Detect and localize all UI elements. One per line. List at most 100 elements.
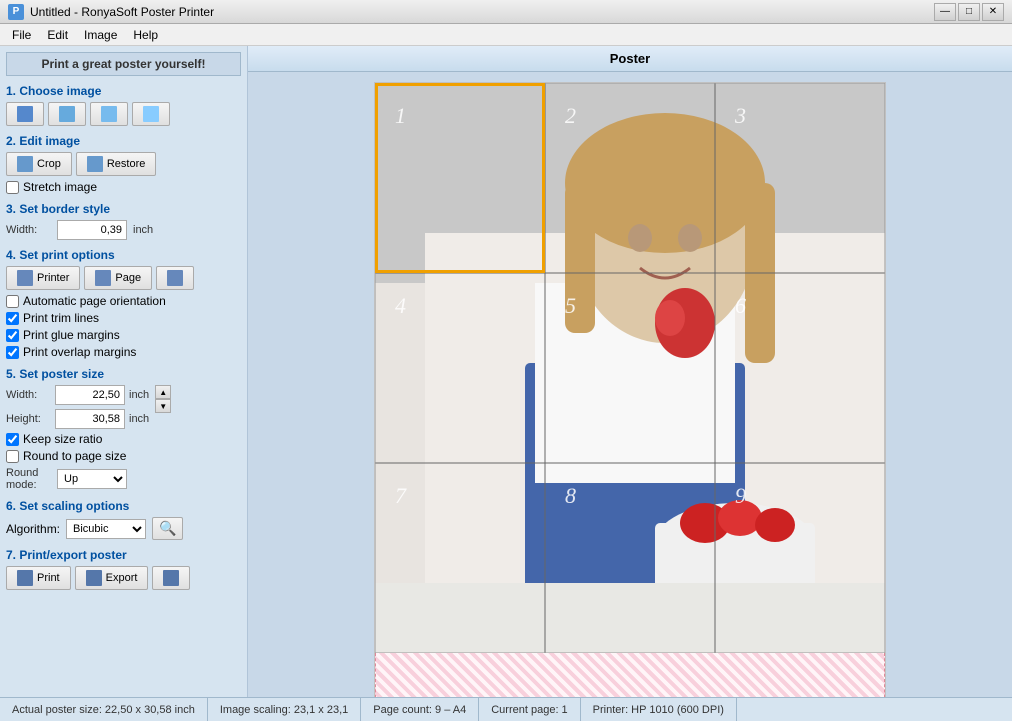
poster-header: Poster [248,46,1012,72]
edit-button[interactable] [90,102,128,126]
page-button[interactable]: Page [84,266,152,290]
poster-area: 1 2 3 4 5 6 7 8 9 [248,72,1012,697]
export-icon [86,570,102,586]
minimize-button[interactable]: — [934,3,956,21]
poster-svg: 1 2 3 4 5 6 7 8 9 [375,83,885,653]
print-trim-label: Print trim lines [23,311,99,325]
print-trim-row: Print trim lines [6,311,241,325]
extra-print-button[interactable] [152,566,190,590]
svg-text:9: 9 [735,483,746,508]
size-scroll-down[interactable]: ▼ [155,399,171,413]
auto-orient-checkbox[interactable] [6,295,19,308]
restore-label: Restore [107,158,146,170]
main-layout: Print a great poster yourself! 1. Choose… [0,46,1012,697]
print-button[interactable]: Print [6,566,71,590]
round-page-checkbox[interactable] [6,450,19,463]
browse-button[interactable] [48,102,86,126]
printer-label: Printer [37,272,69,284]
width-row: Width: inch [6,385,149,405]
page-icon [95,270,111,286]
border-width-input[interactable] [57,220,127,240]
algorithm-row: Algorithm: Bicubic Bilinear Nearest 🔍 [6,517,241,540]
export2-button[interactable] [132,102,170,126]
crop-icon [17,156,33,172]
svg-text:2: 2 [565,103,576,128]
border-width-unit: inch [133,224,153,236]
print-icon [17,570,33,586]
left-panel: Print a great poster yourself! 1. Choose… [0,46,248,697]
keep-size-checkbox[interactable] [6,433,19,446]
menu-file[interactable]: File [4,26,39,44]
edit-image-buttons: Crop Restore [6,152,241,176]
border-width-row: Width: inch [6,220,241,240]
zoom-icon: 🔍 [159,520,176,537]
print-options-group: Automatic page orientation Print trim li… [6,294,241,359]
round-mode-select[interactable]: Up Down Nearest [57,469,127,489]
print-overlap-label: Print overlap margins [23,345,136,359]
round-page-row: Round to page size [6,449,241,463]
title-bar: P Untitled - RonyaSoft Poster Printer — … [0,0,1012,24]
svg-text:6: 6 [735,293,746,318]
stretch-image-label: Stretch image [23,180,97,194]
svg-text:7: 7 [395,483,407,508]
open-file-button[interactable] [6,102,44,126]
maximize-button[interactable]: □ [958,3,980,21]
print-label: Print [37,572,60,584]
round-mode-label: Round mode: [6,467,51,491]
poster-height-input[interactable] [55,409,125,429]
svg-text:1: 1 [395,103,406,128]
svg-text:3: 3 [734,103,746,128]
size-scroll-up[interactable]: ▲ [155,385,171,399]
height-label: Height: [6,413,51,425]
restore-icon [87,156,103,172]
size-fields: Width: inch Height: inch [6,385,149,429]
height-unit: inch [129,413,149,425]
menu-image[interactable]: Image [76,26,125,44]
edit-icon [101,106,117,122]
status-image-scaling: Image scaling: 23,1 x 23,1 [208,698,361,721]
algorithm-select[interactable]: Bicubic Bilinear Nearest [66,519,146,539]
close-button[interactable]: ✕ [982,3,1004,21]
svg-text:8: 8 [565,483,576,508]
print-glue-label: Print glue margins [23,328,120,342]
restore-button[interactable]: Restore [76,152,157,176]
print-glue-checkbox[interactable] [6,329,19,342]
right-panel: Poster [248,46,1012,697]
status-poster-size: Actual poster size: 22,50 x 30,58 inch [8,698,208,721]
print-trim-checkbox[interactable] [6,312,19,325]
algorithm-label: Algorithm: [6,522,60,536]
export-button[interactable]: Export [75,566,149,590]
status-printer: Printer: HP 1010 (600 DPI) [581,698,737,721]
round-page-label: Round to page size [23,449,126,463]
section-print-export: 7. Print/export poster [6,548,241,562]
page-label: Page [115,272,141,284]
width-unit: inch [129,389,149,401]
height-row: Height: inch [6,409,149,429]
auto-orient-label: Automatic page orientation [23,294,166,308]
stretch-image-checkbox[interactable] [6,181,19,194]
status-page-count: Page count: 9 – A4 [361,698,479,721]
preview-zoom-button[interactable]: 🔍 [152,517,183,540]
open-file-icon [17,106,33,122]
stretch-image-row: Stretch image [6,180,241,194]
section-poster-size: 5. Set poster size [6,367,241,381]
menu-bar: File Edit Image Help [0,24,1012,46]
status-bar: Actual poster size: 22,50 x 30,58 inch I… [0,697,1012,721]
width-label: Width: [6,389,51,401]
crop-button[interactable]: Crop [6,152,72,176]
window-controls: — □ ✕ [934,3,1004,21]
printer-button[interactable]: Printer [6,266,80,290]
keep-size-label: Keep size ratio [23,432,102,446]
section-print-options: 4. Set print options [6,248,241,262]
window-title: Untitled - RonyaSoft Poster Printer [30,5,214,19]
menu-help[interactable]: Help [125,26,166,44]
export-label: Export [106,572,138,584]
menu-edit[interactable]: Edit [39,26,76,44]
print-overlap-checkbox[interactable] [6,346,19,359]
printer-page-buttons: Printer Page [6,266,241,290]
extra-options-button[interactable] [156,266,194,290]
poster-width-input[interactable] [55,385,125,405]
export2-icon [143,106,159,122]
section-edit-image: 2. Edit image [6,134,241,148]
round-mode-row: Round mode: Up Down Nearest [6,467,241,491]
